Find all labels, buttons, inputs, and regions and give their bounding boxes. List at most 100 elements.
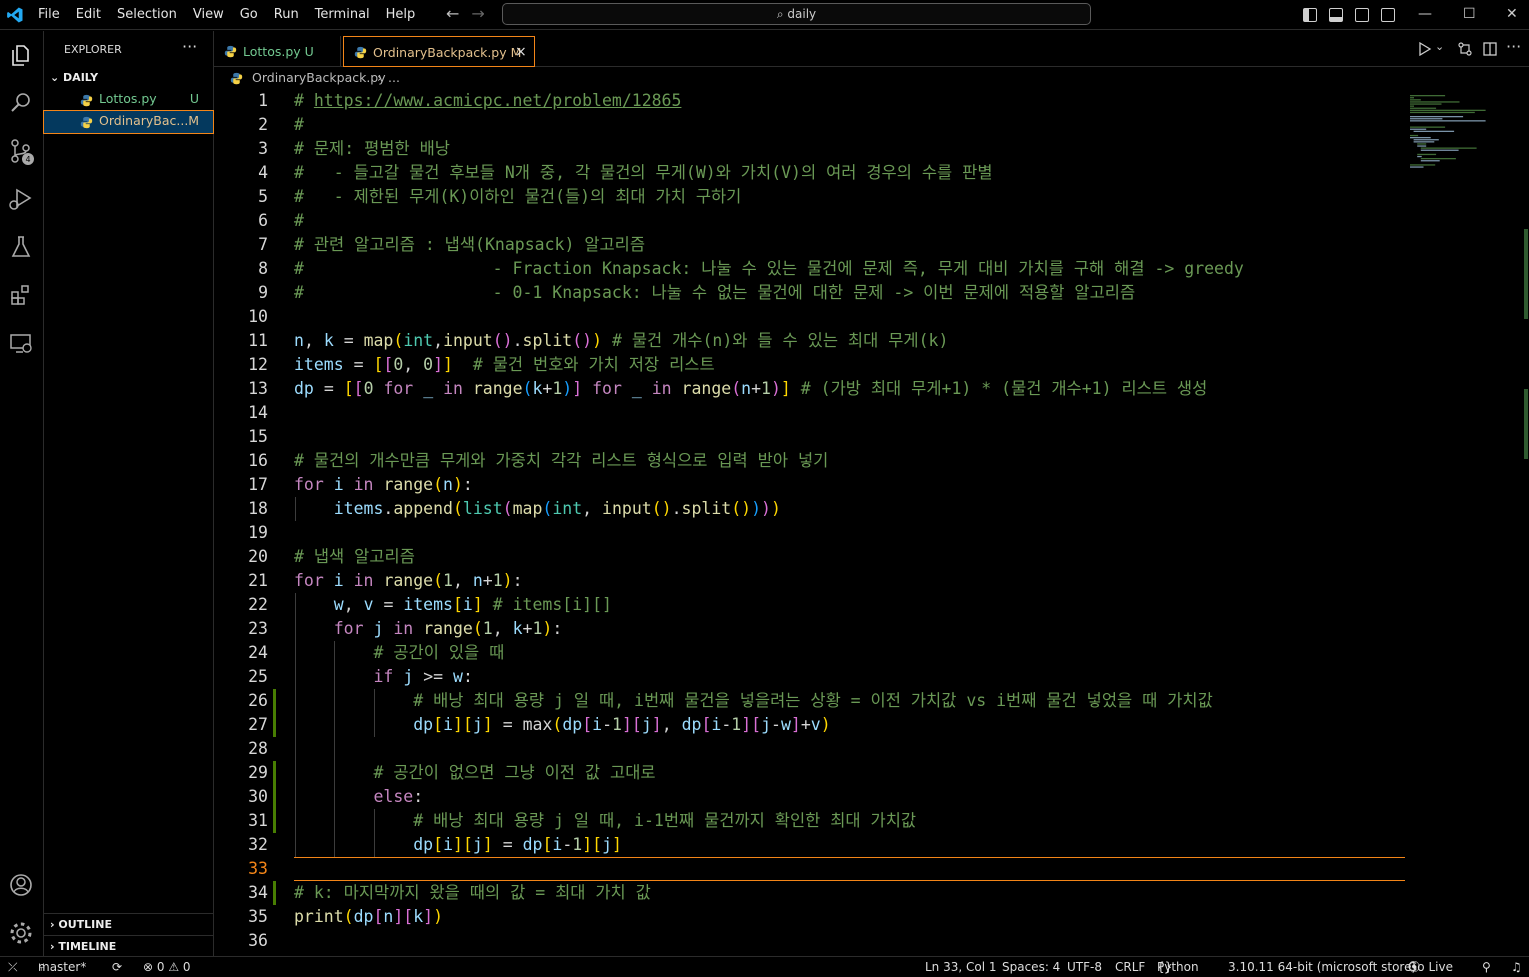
back-arrow-icon[interactable]: ← [446, 4, 459, 23]
code-line[interactable]: 9 # - 0-1 Knapsack: 나눌 수 없는 물건에 대한 문제 -> … [214, 281, 1405, 305]
code-line[interactable]: 15 [214, 425, 1405, 449]
code-line[interactable]: 22 w, v = items[i] # items[i][] [214, 593, 1405, 617]
code-line[interactable]: 11 n, k = map(int,input().split()) # 물건 개… [214, 329, 1405, 353]
code-line[interactable]: 16 # 물건의 개수만큼 무게와 가중치 각각 리스트 형식으로 입력 받아 넣… [214, 449, 1405, 473]
more-editor-actions-icon[interactable]: ··· [1506, 37, 1521, 56]
outline-section[interactable]: › OUTLINE [44, 913, 213, 935]
line-number: 25 [248, 667, 268, 686]
line-text: # - 제한된 무게(K)이하인 물건(들)의 최대 가치 구하기 [294, 187, 742, 206]
toggle-secondary-sidebar-icon[interactable] [1355, 8, 1369, 22]
menu-run[interactable]: Run [266, 0, 307, 30]
line-text: # 배낭 최대 용량 j 일 때, i번째 물건을 넣을려는 상황 = 이전 가… [413, 691, 1213, 710]
run-python-file-icon[interactable] [1418, 42, 1432, 56]
code-line[interactable]: 7 # 관련 알고리즘 : 냅색(Knapsack) 알고리즘 [214, 233, 1405, 257]
tab-lottos[interactable]: Lottos.py U [214, 36, 341, 67]
menu-go[interactable]: Go [232, 0, 266, 30]
code-line[interactable]: 26 # 배낭 최대 용량 j 일 때, i번째 물건을 넣을려는 상황 = 이… [214, 689, 1405, 713]
toggle-primary-sidebar-icon[interactable] [1303, 8, 1317, 22]
code-line[interactable]: 28 [214, 737, 1405, 761]
python-interpreter[interactable]: 3.10.11 64-bit (microsoft store) [1228, 957, 1416, 977]
line-number: 21 [248, 571, 268, 590]
code-line[interactable]: 25 if j >= w: [214, 665, 1405, 689]
search-icon[interactable] [7, 89, 35, 117]
forward-arrow-icon[interactable]: → [471, 4, 484, 23]
minimap[interactable] [1405, 89, 1529, 956]
line-text: for i in range(1, n+1): [294, 571, 523, 590]
problems-indicator[interactable]: ⊗ 0 ⚠ 0 [143, 957, 191, 977]
line-text: # 문제: 평범한 배낭 [294, 139, 450, 158]
code-line[interactable]: 17 for i in range(n): [214, 473, 1405, 497]
source-control-icon[interactable]: 4 [7, 137, 35, 165]
run-and-debug-icon[interactable] [7, 185, 35, 213]
code-line[interactable]: 4 # - 들고갈 물건 후보들 N개 중, 각 물건의 무게(W)와 가치(V)… [214, 161, 1405, 185]
remote-indicator-icon[interactable]: ⤫ [8, 957, 18, 977]
code-line[interactable]: 23 for j in range(1, k+1): [214, 617, 1405, 641]
code-line[interactable]: 1 # https://www.acmicpc.net/problem/12865 [214, 89, 1405, 113]
code-line[interactable]: 27 dp[i][j] = max(dp[i-1][j], dp[i-1][j-… [214, 713, 1405, 737]
code-line[interactable]: 19 [214, 521, 1405, 545]
timeline-section[interactable]: › TIMELINE [44, 935, 213, 957]
command-center-search[interactable]: ⌕ daily [502, 3, 1091, 25]
menu-edit[interactable]: Edit [68, 0, 109, 30]
menu-terminal[interactable]: Terminal [307, 0, 378, 30]
code-line[interactable]: 32 dp[i][j] = dp[i-1][j] [214, 833, 1405, 857]
notifications-bell-icon[interactable]: ♫ [1511, 957, 1522, 977]
toggle-panel-icon[interactable] [1329, 8, 1343, 22]
accounts-icon[interactable] [7, 871, 35, 899]
code-line[interactable]: 24 # 공간이 있을 때 [214, 641, 1405, 665]
code-line[interactable]: 14 [214, 401, 1405, 425]
explorer-files-icon[interactable] [7, 41, 35, 69]
code-line[interactable]: 33 [214, 857, 1405, 881]
run-dropdown-icon[interactable]: ⌄ [1435, 40, 1444, 53]
folder-header[interactable]: ⌄ DAILY [50, 71, 98, 84]
code-line[interactable]: 36 [214, 929, 1405, 953]
tab-ordinarybackpack[interactable]: OrdinaryBackpack.py M × [343, 36, 535, 67]
code-line[interactable]: 13 dp = [[0 for _ in range(k+1)] for _ in… [214, 377, 1405, 401]
code-line[interactable]: 6 # [214, 209, 1405, 233]
code-line[interactable]: 5 # - 제한된 무게(K)이하인 물건(들)의 최대 가치 구하기 [214, 185, 1405, 209]
menu-file[interactable]: File [30, 0, 68, 30]
close-tab-icon[interactable]: × [515, 39, 527, 66]
minimap-line [1413, 130, 1455, 132]
feedback-icon[interactable]: ⚲ [1482, 957, 1491, 977]
breadcrumb-symbols[interactable]: ... [388, 67, 400, 89]
code-line[interactable]: 29 # 공간이 없으면 그냥 이전 값 고대로 [214, 761, 1405, 785]
minimize-window-icon[interactable]: — [1418, 0, 1432, 30]
menu-selection[interactable]: Selection [109, 0, 185, 30]
encoding[interactable]: UTF-8 [1067, 957, 1102, 977]
menu-view[interactable]: View [185, 0, 232, 30]
menu-help[interactable]: Help [378, 0, 424, 30]
code-editor[interactable]: 1 # https://www.acmicpc.net/problem/12865… [214, 89, 1529, 956]
line-endings[interactable]: CRLF [1115, 957, 1145, 977]
code-line[interactable]: 8 # - Fraction Knapsack: 나눌 수 있는 물건에 문제 즉… [214, 257, 1405, 281]
minimap-line [1413, 139, 1439, 141]
go-live-label: Go Live [1408, 960, 1453, 974]
code-line[interactable]: 30 else: [214, 785, 1405, 809]
code-line[interactable]: 18 items.append(list(map(int, input().sp… [214, 497, 1405, 521]
file-item-ordinarybackpack[interactable]: OrdinaryBac... M [43, 110, 214, 134]
code-line[interactable]: 20 # 냅색 알고리즘 [214, 545, 1405, 569]
settings-gear-icon[interactable] [7, 919, 35, 947]
code-line[interactable]: 34 # k: 마지막까지 왔을 때의 값 = 최대 가치 값 [214, 881, 1405, 905]
customize-layout-icon[interactable] [1381, 8, 1395, 22]
file-item-lottos[interactable]: Lottos.py U [44, 89, 213, 111]
split-editor-icon[interactable] [1483, 42, 1497, 56]
remote-explorer-icon[interactable] [7, 329, 35, 357]
more-actions-icon[interactable]: ··· [182, 37, 197, 56]
code-line[interactable]: 35 print(dp[n][k]) [214, 905, 1405, 929]
code-line[interactable]: 12 items = [[0, 0]] # 물건 번호와 가치 저장 리스트 [214, 353, 1405, 377]
code-line[interactable]: 31 # 배낭 최대 용량 j 일 때, i-1번째 물건까지 확인한 최대 가… [214, 809, 1405, 833]
cursor-position[interactable]: Ln 33, Col 1 [925, 957, 997, 977]
testing-flask-icon[interactable] [7, 233, 35, 261]
code-line[interactable]: 2 # [214, 113, 1405, 137]
breadcrumb-file[interactable]: OrdinaryBackpack.py [252, 67, 386, 89]
indentation[interactable]: Spaces: 4 [1002, 957, 1060, 977]
maximize-window-icon[interactable]: ☐ [1463, 0, 1476, 30]
open-changes-icon[interactable] [1457, 41, 1473, 57]
code-line[interactable]: 10 [214, 305, 1405, 329]
sync-icon[interactable]: ⟳ [112, 957, 122, 977]
close-window-icon[interactable]: ✕ [1506, 0, 1518, 30]
extensions-icon[interactable] [7, 281, 35, 309]
code-line[interactable]: 21 for i in range(1, n+1): [214, 569, 1405, 593]
code-line[interactable]: 3 # 문제: 평범한 배낭 [214, 137, 1405, 161]
